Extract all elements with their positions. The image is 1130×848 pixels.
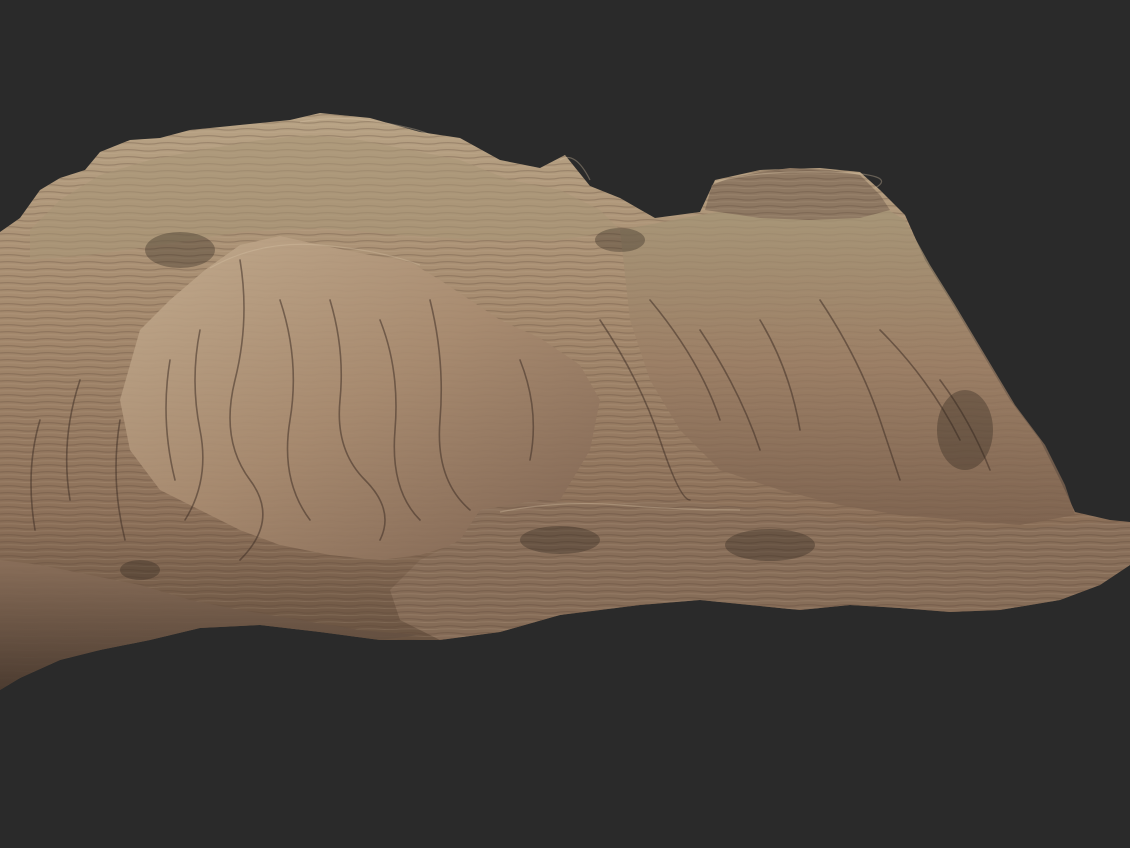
terrain-model: [0, 113, 1130, 690]
3d-viewport[interactable]: [0, 0, 1130, 848]
